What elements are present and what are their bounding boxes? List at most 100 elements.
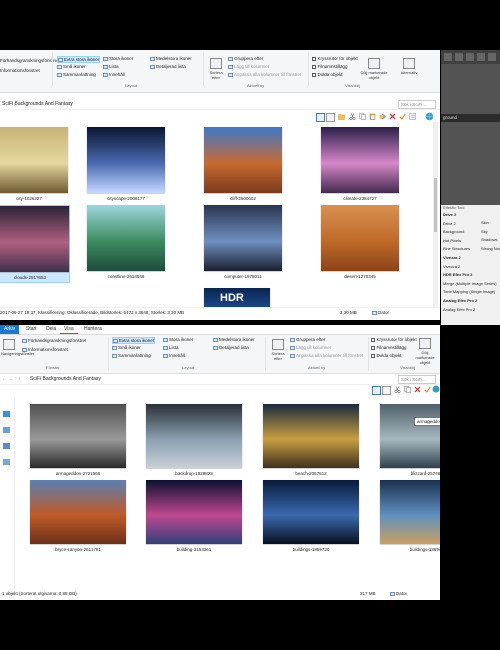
layout-content[interactable]: Innehåll [163, 353, 185, 359]
tool-icon[interactable] [466, 53, 474, 61]
tool-icon[interactable] [455, 53, 463, 61]
sort-by-button[interactable]: Sortera efter [268, 339, 288, 361]
size-columns-button[interactable]: Anpassa alla kolumner till fönstret [228, 72, 301, 78]
thumbnail-item[interactable]: computer-1978011 [204, 205, 282, 281]
sort-by-button[interactable]: Sortera efter [206, 58, 226, 80]
layout-large-icons[interactable]: Stora ikoner [163, 337, 193, 343]
delete-icon[interactable] [414, 386, 421, 393]
delete-icon[interactable] [389, 113, 396, 120]
hidden-items-toggle[interactable]: Dolda objekt [371, 353, 402, 359]
search-input[interactable]: Sök i SciFi... [398, 100, 436, 109]
tool-icon[interactable] [444, 53, 452, 61]
effect-row[interactable]: Vivezza 2 [443, 255, 461, 260]
pc-icon[interactable] [3, 443, 10, 449]
thumbnail-item[interactable]: desert-1270345 [321, 205, 399, 281]
navigation-pane-button[interactable]: Navigeringsfönster [1, 339, 34, 356]
effect-option[interactable]: Skin [481, 220, 489, 225]
effect-row[interactable]: Vivezza 2 [443, 264, 460, 269]
effect-option[interactable]: Sky [481, 229, 488, 234]
vertical-scrollbar[interactable] [433, 122, 438, 310]
preview-pane-toggle[interactable]: Förhandsgranskningsfönstret [22, 338, 86, 344]
effect-row[interactable]: HDR Efex Pro 2 [443, 272, 472, 277]
layout-small-icons[interactable]: Små ikoner [57, 64, 86, 70]
thumbnail-item[interactable]: beach-2057512 [263, 404, 359, 478]
forward-icon[interactable]: → [8, 376, 13, 382]
layout-content[interactable]: Innehåll [103, 72, 125, 78]
effect-row[interactable]: Background [443, 229, 464, 234]
hide-selected-button[interactable]: Dölj markerade objekt [360, 58, 388, 80]
item-checkboxes-toggle[interactable]: Kryssrutor för objekt [312, 56, 358, 62]
details-pane-toggle[interactable]: Informationsfönstret [22, 347, 68, 353]
layout-medium-icons[interactable]: Medelstora ikoner [150, 56, 192, 62]
size-columns-button[interactable]: Anpassa alla kolumner till fönstret [290, 353, 363, 359]
thumbnail-item[interactable]: building-3153361 [146, 480, 242, 554]
tab-file[interactable]: Arkiv [0, 325, 20, 334]
thumbnail-item[interactable]: bryce-canyon-2611781 [30, 480, 126, 554]
effect-row[interactable]: Drive 2 [443, 212, 456, 217]
group-by-dropdown[interactable]: Gruppera efter [228, 56, 263, 62]
details-pane-toggle[interactable]: Informationsfönstret [0, 68, 40, 74]
file-extensions-toggle[interactable]: Filnamnstillägg [371, 345, 407, 351]
thumbnail-item[interactable]: blizzard-2574655 [380, 404, 440, 478]
effect-row[interactable]: Analog Efex Pro 2 [443, 307, 475, 312]
checkmark-icon[interactable] [399, 113, 406, 120]
layout-icon[interactable] [382, 386, 391, 395]
move-to-icon[interactable] [379, 113, 387, 120]
search-input[interactable]: Sök i SciFi... [398, 375, 436, 384]
effect-row[interactable]: Fine Structures [443, 246, 470, 251]
layout-extra-large-icons[interactable]: Extra stora ikoner [112, 337, 156, 344]
quick-access-icon[interactable] [3, 411, 10, 417]
cut-icon[interactable] [349, 113, 356, 120]
thumbnail-item[interactable]: buildings-1859720 [263, 480, 359, 554]
layout-tiles[interactable]: Sammanfattning [57, 72, 96, 78]
thumbnail-item[interactable]: buildings-1869425 [380, 480, 440, 554]
thumbnail-item[interactable]: armageddon-2721568 [30, 404, 126, 478]
layout-large-icons[interactable]: Stora ikoner [103, 56, 133, 62]
breadcrumb[interactable]: SciFi Backgrounds And Fantasy [2, 100, 382, 108]
effect-row[interactable]: Analog Efex Pro 2 [443, 298, 477, 303]
up-icon[interactable]: ↑ [15, 376, 18, 382]
tool-icon[interactable] [488, 53, 496, 61]
tab-start[interactable]: Start [22, 326, 41, 333]
thumbnail-item[interactable]: clouds-2517653 [0, 205, 70, 283]
layout-details[interactable]: Detaljerad lista [213, 345, 249, 351]
options-button[interactable]: Alternativ [396, 58, 422, 75]
layout-icon[interactable] [326, 113, 335, 122]
thumbnail-item[interactable]: backdrop-1928823 [146, 404, 242, 478]
network-icon[interactable] [3, 459, 10, 465]
cut-icon[interactable] [394, 386, 401, 393]
layout-list[interactable]: Lista [103, 64, 119, 70]
file-extensions-toggle[interactable]: Filnamnstillägg [312, 64, 348, 70]
breadcrumb-folder[interactable]: SciFi Backgrounds And Fantasy [30, 376, 101, 382]
thumbnail-item[interactable]: cliff-2500602 [204, 127, 282, 203]
effect-option[interactable]: Strong Noi [481, 246, 500, 251]
effect-row[interactable]: Hot Pixels [443, 238, 461, 243]
add-columns-dropdown[interactable]: Lägg till kolumner [290, 345, 331, 351]
onedrive-icon[interactable] [3, 427, 10, 433]
breadcrumb[interactable]: SciFi Backgrounds And Fantasy [30, 375, 370, 383]
item-checkboxes-toggle[interactable]: Kryssrutor för objekt [371, 337, 417, 343]
group-by-dropdown[interactable]: Gruppera efter [290, 337, 325, 343]
checkmark-icon[interactable] [424, 386, 431, 393]
properties-icon[interactable] [409, 113, 416, 120]
thumbnail-item[interactable]: climate-2384727 [321, 127, 399, 203]
thumbnail-item[interactable]: coastline-2614546 [87, 205, 165, 281]
thumbnail-item[interactable]: city-1026227 [0, 127, 68, 203]
effect-row[interactable]: Tone Mapping (Single Image) [443, 289, 495, 294]
effect-option[interactable]: Shadows [481, 237, 497, 242]
back-icon[interactable]: ← [2, 376, 7, 382]
copy-icon[interactable] [404, 386, 411, 393]
tool-icon[interactable] [477, 53, 485, 61]
effect-row[interactable]: Drive 2 [443, 221, 456, 226]
add-columns-dropdown[interactable]: Lägg till kolumner [228, 64, 269, 70]
layer-tab[interactable]: ground [441, 114, 500, 122]
effect-row[interactable]: Merge (Multiple Image Series) [443, 281, 497, 286]
preview-pane-toggle[interactable]: Förhandsgranskningsfönstret [0, 58, 58, 64]
thumbnail-item[interactable]: cityscape-2008177 [87, 127, 165, 203]
globe-icon[interactable] [425, 112, 434, 121]
view-toggle-icon[interactable] [316, 113, 325, 122]
layout-tiles[interactable]: Sammanfattning [112, 353, 151, 359]
view-toggle-icon[interactable] [372, 386, 381, 395]
breadcrumb-folder[interactable]: SciFi Backgrounds And Fantasy [2, 101, 73, 107]
layout-small-icons[interactable]: Små ikoner [112, 345, 141, 351]
